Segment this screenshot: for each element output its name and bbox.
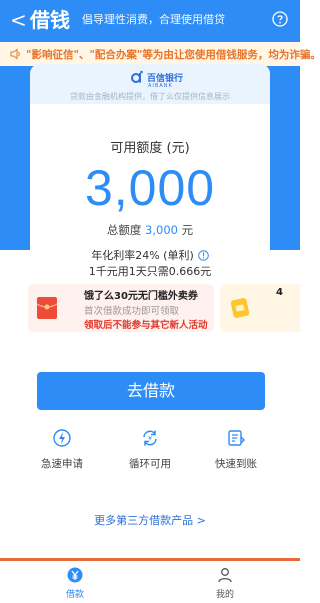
tab-mine[interactable]: 我的 [195, 567, 255, 600]
feature-fast-transfer: 快速到账 [196, 428, 276, 471]
feature-revolving: ¥ 循环可用 [110, 428, 190, 471]
card-header: 百信银行 AIBANK 贷款由金融机构提供，借了么仅提供信息展示 [30, 64, 270, 104]
total-credit: 总额度 3,000 元 [0, 222, 300, 238]
feature-fast-apply: 急速申请 [22, 428, 102, 471]
available-credit-amount: 3,000 [84, 160, 216, 216]
feature-label: 快速到账 [215, 458, 257, 470]
bank-logo-icon [131, 70, 143, 83]
feature-label: 急速申请 [41, 458, 83, 470]
back-button[interactable]: < [10, 9, 27, 31]
info-icon[interactable] [197, 249, 209, 261]
more-products-link[interactable]: 更多第三方借款产品 > [0, 512, 300, 528]
user-icon [218, 568, 232, 583]
help-icon[interactable] [272, 11, 288, 27]
tab-label: 我的 [215, 590, 234, 600]
yuan-icon [67, 567, 83, 583]
promo-coupon-card[interactable]: 饿了么30元无门槛外卖券 首次借款成功即可领取 领取后不能参与其它新人活动 [28, 284, 214, 332]
tab-borrow[interactable]: 借款 [45, 567, 105, 600]
navbar: < 借钱 倡导理性消费，合理使用借贷 [0, 0, 300, 42]
bottom-tab-bar: 借款 我的 [0, 558, 300, 603]
lender-disclaimer: 贷款由金融机构提供，借了么仅提供信息展示 [70, 92, 230, 101]
daily-cost: 1千元用1天只需0.666元 [88, 265, 212, 278]
promo-coupon-card-next[interactable]: 4 [220, 284, 300, 332]
interest-rate-text: 年化利率24% (单利) [91, 249, 194, 262]
cycle-icon: ¥ [143, 430, 157, 446]
bank-name: 百信银行 [147, 73, 184, 84]
gift-icon [230, 298, 250, 318]
total-credit-unit: 元 [181, 223, 194, 237]
promo-note: 领取后不能参与其它新人活动 [84, 320, 208, 331]
promo-next-title: 4 [276, 287, 283, 298]
borrow-button[interactable]: 去借款 [37, 372, 265, 410]
total-credit-value: 3,000 [145, 223, 178, 237]
tab-label: 借款 [65, 590, 84, 600]
lightning-icon [53, 429, 71, 447]
available-credit-label: 可用额度 (元) [110, 141, 190, 156]
total-credit-label: 总额度 [106, 223, 142, 237]
page-subtitle: 倡导理性消费，合理使用借贷 [82, 13, 225, 26]
bank-logo: 百信银行 [130, 70, 183, 84]
promo-subtitle: 首次借款成功即可领取 [84, 306, 180, 317]
promo-title: 饿了么30元无门槛外卖券 [84, 291, 198, 302]
interest-rate: 年化利率24% (单利) [0, 247, 300, 263]
red-envelope-icon [36, 297, 58, 319]
fast-transfer-icon [228, 430, 245, 446]
fraud-notice-bar: "影响征信"、"配合办案"等为由让您使用借钱服务，均为诈骗。 [0, 42, 320, 66]
bank-name-en: AIBANK [148, 83, 173, 89]
speaker-icon [10, 48, 20, 60]
notice-text: "影响征信"、"配合办案"等为由让您使用借钱服务，均为诈骗。 [26, 48, 320, 61]
svg-text:¥: ¥ [148, 436, 152, 443]
page-title: 借钱 [30, 8, 70, 32]
feature-label: 循环可用 [129, 458, 171, 470]
